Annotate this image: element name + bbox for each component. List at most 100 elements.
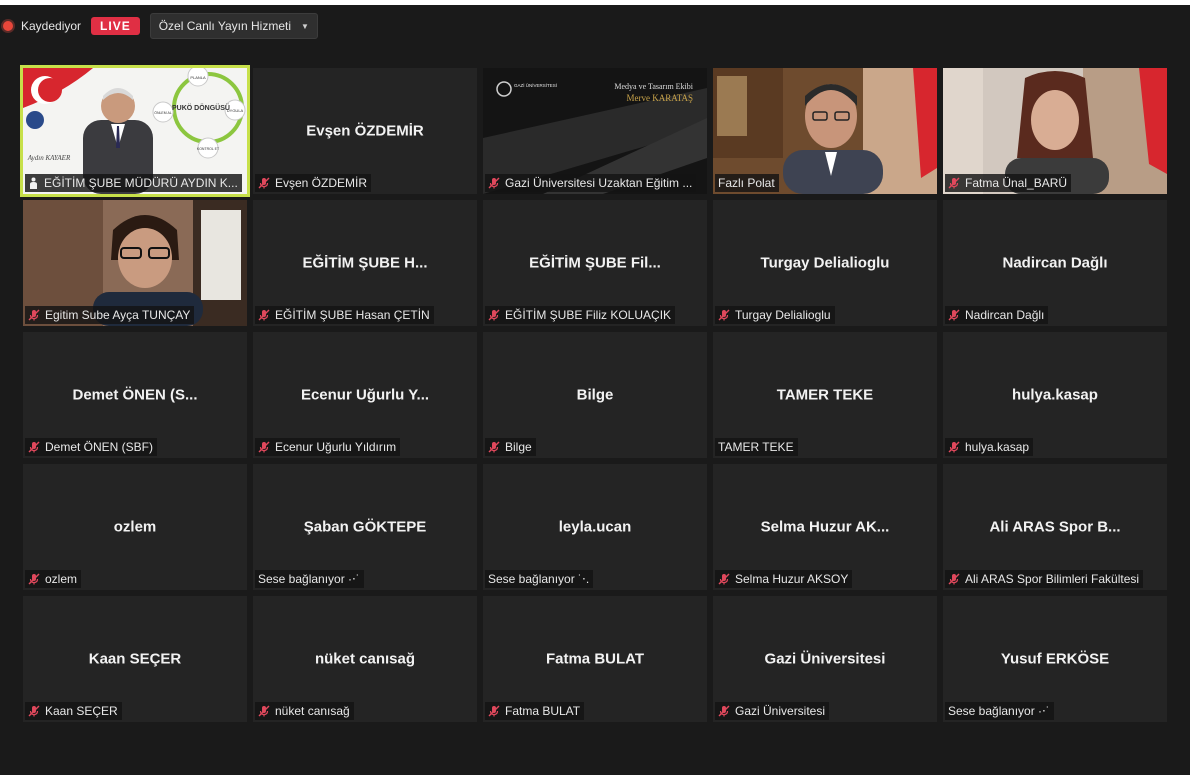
participant-label: Fazlı Polat <box>715 174 779 192</box>
svg-text:PUKÖ DÖNGÜSÜ: PUKÖ DÖNGÜSÜ <box>172 103 230 112</box>
participant-label-text: TAMER TEKE <box>718 440 794 454</box>
participant-label-text: Ecenur Uğurlu Yıldırım <box>275 440 397 454</box>
mic-muted-icon <box>718 309 730 321</box>
mic-muted-icon <box>718 573 730 585</box>
mic-muted-icon <box>948 309 960 321</box>
participant-name: Gazi Üniversitesi <box>764 650 886 668</box>
participant-tile[interactable]: Şaban GÖKTEPE Sese bağlanıyor ·⋅˙ <box>253 464 477 590</box>
participant-tile[interactable]: Evşen ÖZDEMİR Evşen ÖZDEMİR <box>253 68 477 194</box>
participant-name: nüket canısağ <box>314 650 416 668</box>
participant-label: Egitim Sube Ayça TUNÇAY <box>25 306 195 324</box>
mic-muted-icon <box>28 309 40 321</box>
svg-text:Merve KARATAŞ: Merve KARATAŞ <box>626 93 693 103</box>
svg-text:GAZİ ÜNİVERSİTESİ: GAZİ ÜNİVERSİTESİ <box>514 82 557 88</box>
participant-tile[interactable]: EĞİTİM ŞUBE H... EĞİTİM ŞUBE Hasan ÇETİN <box>253 200 477 326</box>
participant-name: Evşen ÖZDEMİR <box>306 122 424 140</box>
participant-label-text: Nadircan Dağlı <box>965 308 1045 322</box>
participant-label: Gazi Üniversitesi <box>715 702 830 720</box>
participant-label: Sese bağlanıyor ˙⋅. <box>485 570 594 588</box>
participant-label-text: EĞİTİM ŞUBE Filiz KOLUAÇIK <box>505 308 672 322</box>
participant-label: Ecenur Uğurlu Yıldırım <box>255 438 401 456</box>
participant-label-text: hulya.kasap <box>965 440 1030 454</box>
participant-tile[interactable]: Turgay Delialioglu Turgay Delialioglu <box>713 200 937 326</box>
recording-bar: Kaydediyor LIVE Özel Canlı Yayın Hizmeti… <box>0 12 318 40</box>
participant-tile[interactable]: Selma Huzur AK... Selma Huzur AKSOY <box>713 464 937 590</box>
caret-down-icon: ▼ <box>301 21 309 31</box>
participant-label-text: Fatma Ünal_BARÜ <box>965 176 1068 190</box>
svg-text:KONTROL ET: KONTROL ET <box>197 147 220 151</box>
participant-tile[interactable]: GAZİ ÜNİVERSİTESİ Medya ve Tasarım Ekibi M… <box>483 68 707 194</box>
participant-tile[interactable]: Egitim Sube Ayça TUNÇAY <box>23 200 247 326</box>
participant-name: EĞİTİM ŞUBE H... <box>302 254 428 272</box>
participant-label: Evşen ÖZDEMİR <box>255 174 372 192</box>
participant-label: Sese bağlanıyor ·⋅˙ <box>255 570 364 588</box>
participant-label: hulya.kasap <box>945 438 1034 456</box>
live-badge[interactable]: LIVE <box>91 17 140 35</box>
participant-label-text: Sese bağlanıyor ·⋅˙ <box>258 572 360 586</box>
mic-muted-icon <box>488 705 500 717</box>
participant-name: Turgay Delialioglu <box>760 254 890 272</box>
participant-label: Bilge <box>485 438 536 456</box>
mic-muted-icon <box>258 441 270 453</box>
participant-tile[interactable]: Yusuf ERKÖSE Sese bağlanıyor ·⋅˙ <box>943 596 1167 722</box>
participant-label: Nadircan Dağlı <box>945 306 1049 324</box>
mic-muted-icon <box>28 705 40 717</box>
participant-name: hulya.kasap <box>1012 386 1098 404</box>
participant-label-text: Selma Huzur AKSOY <box>735 572 849 586</box>
mic-muted-icon <box>718 705 730 717</box>
participant-label: Kaan SEÇER <box>25 702 122 720</box>
participant-label-text: Bilge <box>505 440 532 454</box>
participant-tile[interactable]: Kaan SEÇER Kaan SEÇER <box>23 596 247 722</box>
participant-label-text: Sese bağlanıyor ·⋅˙ <box>948 704 1050 718</box>
participant-label: EĞİTİM ŞUBE Hasan ÇETİN <box>255 306 434 324</box>
mic-muted-icon <box>948 441 960 453</box>
participant-tile[interactable]: PLANLA UYGULA KONTROL ET ÖNLEM AL PUKÖ DÖNGÜ… <box>20 65 250 197</box>
participant-label-text: Ali ARAS Spor Bilimleri Fakültesi <box>965 572 1140 586</box>
participant-name: Ali ARAS Spor B... <box>989 518 1121 536</box>
participant-tile[interactable]: Demet ÖNEN (S... Demet ÖNEN (SBF) <box>23 332 247 458</box>
stream-service-dropdown[interactable]: Özel Canlı Yayın Hizmeti ▼ <box>149 13 318 39</box>
participant-name: Ecenur Uğurlu Y... <box>300 386 430 404</box>
participant-label-text: Fazlı Polat <box>718 176 775 190</box>
participant-tile[interactable]: nüket canısağ nüket canısağ <box>253 596 477 722</box>
mic-muted-icon <box>488 309 500 321</box>
participant-name: Bilge <box>576 386 614 404</box>
participant-label: Turgay Delialioglu <box>715 306 835 324</box>
participant-label: Fatma BULAT <box>485 702 585 720</box>
mic-muted-icon <box>28 573 40 585</box>
participant-label: EĞİTİM ŞUBE Filiz KOLUAÇIK <box>485 306 676 324</box>
participant-tile[interactable]: Fatma BULAT Fatma BULAT <box>483 596 707 722</box>
participant-tile[interactable]: Bilge Bilge <box>483 332 707 458</box>
participant-name: Kaan SEÇER <box>88 650 182 668</box>
participant-label-text: ozlem <box>45 572 78 586</box>
participant-label-text: Turgay Delialioglu <box>735 308 831 322</box>
participant-tile[interactable]: hulya.kasap hulya.kasap <box>943 332 1167 458</box>
participant-tile[interactable]: Fatma Ünal_BARÜ <box>943 68 1167 194</box>
participant-tile[interactable]: EĞİTİM ŞUBE Fil... EĞİTİM ŞUBE Filiz KOLU… <box>483 200 707 326</box>
mic-muted-icon <box>258 309 270 321</box>
participant-label-text: Fatma BULAT <box>505 704 581 718</box>
participant-tile[interactable]: TAMER TEKE TAMER TEKE <box>713 332 937 458</box>
window-top-edge <box>0 0 1190 5</box>
participant-tile[interactable]: Nadircan Dağlı Nadircan Dağlı <box>943 200 1167 326</box>
svg-text:Aydın KAYAER: Aydın KAYAER <box>27 154 71 162</box>
participant-label: EĞİTİM ŞUBE MÜDÜRÜ AYDIN K... <box>25 174 242 192</box>
participant-name: Nadircan Dağlı <box>1002 254 1108 272</box>
participant-label-text: Egitim Sube Ayça TUNÇAY <box>45 308 191 322</box>
svg-text:ÖNLEM AL: ÖNLEM AL <box>154 111 172 115</box>
participant-tile[interactable]: Ecenur Uğurlu Y... Ecenur Uğurlu Yıldırım <box>253 332 477 458</box>
participant-tile[interactable]: Fazlı Polat <box>713 68 937 194</box>
recording-dot-icon <box>3 21 13 31</box>
participant-label: Demet ÖNEN (SBF) <box>25 438 158 456</box>
participant-tile[interactable]: Gazi Üniversitesi Gazi Üniversitesi <box>713 596 937 722</box>
mic-muted-icon <box>258 177 270 189</box>
mic-muted-icon <box>258 705 270 717</box>
participant-tile[interactable]: leyla.ucan Sese bağlanıyor ˙⋅. <box>483 464 707 590</box>
participant-name: leyla.ucan <box>558 518 632 536</box>
mic-muted-icon <box>948 573 960 585</box>
participant-tile[interactable]: Ali ARAS Spor B... Ali ARAS Spor Bilimler… <box>943 464 1167 590</box>
participant-label-text: Gazi Üniversitesi Uzaktan Eğitim ... <box>505 176 693 190</box>
participant-name: Şaban GÖKTEPE <box>303 518 427 536</box>
participant-tile[interactable]: ozlem ozlem <box>23 464 247 590</box>
stream-service-label: Özel Canlı Yayın Hizmeti <box>158 19 291 33</box>
